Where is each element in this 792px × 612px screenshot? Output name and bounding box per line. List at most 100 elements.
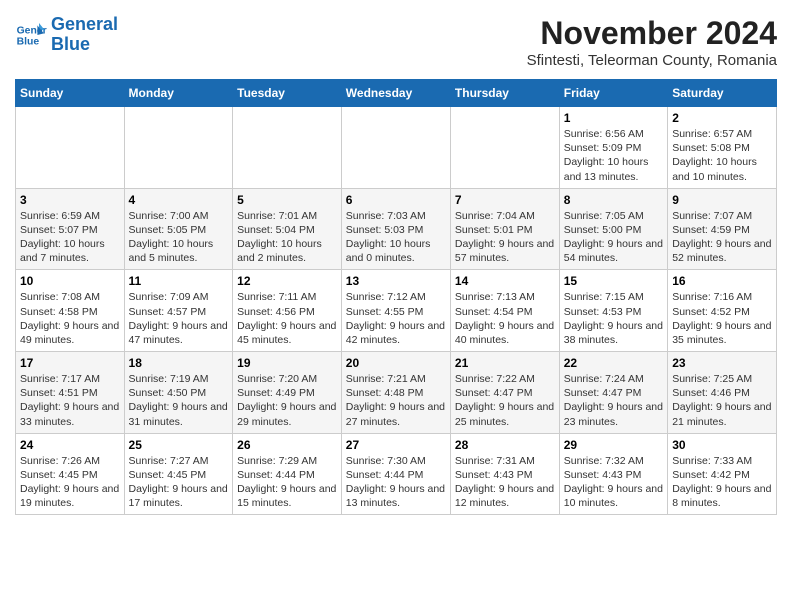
day-number: 7 (455, 193, 555, 207)
day-cell: 23 Sunrise: 7:25 AM Sunset: 4:46 PM Dayli… (668, 352, 777, 434)
week-row-5: 24 Sunrise: 7:26 AM Sunset: 4:45 PM Dayli… (16, 433, 777, 515)
day-cell: 4Sunrise: 7:00 AM Sunset: 5:05 PM Daylig… (124, 188, 233, 270)
day-cell: 18Sunrise: 7:19 AM Sunset: 4:50 PM Dayli… (124, 352, 233, 434)
day-number: 24 (20, 438, 120, 452)
day-cell (341, 107, 450, 189)
day-number: 16 (672, 274, 772, 288)
day-number: 28 (455, 438, 555, 452)
header-cell-monday: Monday (124, 80, 233, 107)
day-info: Sunrise: 7:29 AM Sunset: 4:44 PM Dayligh… (237, 454, 337, 511)
day-cell: 3 Sunrise: 6:59 AM Sunset: 5:07 PM Daylig… (16, 188, 125, 270)
day-info: Sunrise: 7:08 AM Sunset: 4:58 PM Dayligh… (20, 290, 120, 347)
calendar-table: SundayMondayTuesdayWednesdayThursdayFrid… (15, 79, 777, 515)
day-number: 10 (20, 274, 120, 288)
day-cell: 20Sunrise: 7:21 AM Sunset: 4:48 PM Dayli… (341, 352, 450, 434)
day-number: 17 (20, 356, 120, 370)
day-info: Sunrise: 7:15 AM Sunset: 4:53 PM Dayligh… (564, 290, 663, 347)
day-cell: 29Sunrise: 7:32 AM Sunset: 4:43 PM Dayli… (559, 433, 667, 515)
day-cell: 22 Sunrise: 7:24 AM Sunset: 4:47 PM Dayli… (559, 352, 667, 434)
day-cell: 10 Sunrise: 7:08 AM Sunset: 4:58 PM Dayli… (16, 270, 125, 352)
header: General Blue General Blue November 2024 … (15, 15, 777, 69)
header-cell-tuesday: Tuesday (233, 80, 342, 107)
day-cell: 27Sunrise: 7:30 AM Sunset: 4:44 PM Dayli… (341, 433, 450, 515)
day-number: 15 (564, 274, 663, 288)
title-area: November 2024 Sfintesti, Teleorman Count… (527, 15, 777, 69)
day-info: Sunrise: 6:56 AM Sunset: 5:09 PM Dayligh… (564, 127, 663, 184)
day-info: Sunrise: 6:59 AM Sunset: 5:07 PM Dayligh… (20, 209, 120, 266)
day-cell: 21 Sunrise: 7:22 AM Sunset: 4:47 PM Dayli… (450, 352, 559, 434)
day-cell: 14 Sunrise: 7:13 AM Sunset: 4:54 PM Dayli… (450, 270, 559, 352)
week-row-1: 1Sunrise: 6:56 AM Sunset: 5:09 PM Daylig… (16, 107, 777, 189)
day-info: Sunrise: 7:12 AM Sunset: 4:55 PM Dayligh… (346, 290, 446, 347)
day-cell: 13Sunrise: 7:12 AM Sunset: 4:55 PM Dayli… (341, 270, 450, 352)
day-number: 25 (129, 438, 229, 452)
day-cell: 9Sunrise: 7:07 AM Sunset: 4:59 PM Daylig… (668, 188, 777, 270)
day-cell: 11 Sunrise: 7:09 AM Sunset: 4:57 PM Dayli… (124, 270, 233, 352)
day-cell: 16 Sunrise: 7:16 AM Sunset: 4:52 PM Dayli… (668, 270, 777, 352)
day-number: 12 (237, 274, 337, 288)
logo-icon: General Blue (15, 19, 47, 51)
header-cell-wednesday: Wednesday (341, 80, 450, 107)
day-number: 22 (564, 356, 663, 370)
day-cell (16, 107, 125, 189)
day-number: 14 (455, 274, 555, 288)
svg-text:General: General (17, 25, 47, 36)
day-number: 19 (237, 356, 337, 370)
day-cell: 5Sunrise: 7:01 AM Sunset: 5:04 PM Daylig… (233, 188, 342, 270)
day-info: Sunrise: 7:11 AM Sunset: 4:56 PM Dayligh… (237, 290, 337, 347)
day-number: 2 (672, 111, 772, 125)
day-info: Sunrise: 7:26 AM Sunset: 4:45 PM Dayligh… (20, 454, 120, 511)
page-title: November 2024 (527, 15, 777, 52)
day-info: Sunrise: 7:17 AM Sunset: 4:51 PM Dayligh… (20, 372, 120, 429)
day-info: Sunrise: 7:03 AM Sunset: 5:03 PM Dayligh… (346, 209, 446, 266)
header-cell-friday: Friday (559, 80, 667, 107)
day-info: Sunrise: 7:27 AM Sunset: 4:45 PM Dayligh… (129, 454, 229, 511)
day-info: Sunrise: 7:25 AM Sunset: 4:46 PM Dayligh… (672, 372, 772, 429)
logo-text: General Blue (51, 15, 118, 55)
day-info: Sunrise: 7:32 AM Sunset: 4:43 PM Dayligh… (564, 454, 663, 511)
day-cell: 7Sunrise: 7:04 AM Sunset: 5:01 PM Daylig… (450, 188, 559, 270)
day-info: Sunrise: 7:24 AM Sunset: 4:47 PM Dayligh… (564, 372, 663, 429)
day-info: Sunrise: 7:20 AM Sunset: 4:49 PM Dayligh… (237, 372, 337, 429)
day-info: Sunrise: 7:09 AM Sunset: 4:57 PM Dayligh… (129, 290, 229, 347)
header-cell-thursday: Thursday (450, 80, 559, 107)
day-info: Sunrise: 7:05 AM Sunset: 5:00 PM Dayligh… (564, 209, 663, 266)
day-cell: 24 Sunrise: 7:26 AM Sunset: 4:45 PM Dayli… (16, 433, 125, 515)
day-number: 11 (129, 274, 229, 288)
day-info: Sunrise: 7:19 AM Sunset: 4:50 PM Dayligh… (129, 372, 229, 429)
day-cell: 30 Sunrise: 7:33 AM Sunset: 4:42 PM Dayli… (668, 433, 777, 515)
day-number: 4 (129, 193, 229, 207)
day-cell (450, 107, 559, 189)
day-number: 26 (237, 438, 337, 452)
week-row-3: 10 Sunrise: 7:08 AM Sunset: 4:58 PM Dayli… (16, 270, 777, 352)
day-cell (124, 107, 233, 189)
header-row: SundayMondayTuesdayWednesdayThursdayFrid… (16, 80, 777, 107)
day-info: Sunrise: 7:30 AM Sunset: 4:44 PM Dayligh… (346, 454, 446, 511)
day-cell: 26 Sunrise: 7:29 AM Sunset: 4:44 PM Dayli… (233, 433, 342, 515)
day-cell: 28 Sunrise: 7:31 AM Sunset: 4:43 PM Dayli… (450, 433, 559, 515)
day-cell: 1Sunrise: 6:56 AM Sunset: 5:09 PM Daylig… (559, 107, 667, 189)
week-row-2: 3 Sunrise: 6:59 AM Sunset: 5:07 PM Daylig… (16, 188, 777, 270)
day-info: Sunrise: 7:31 AM Sunset: 4:43 PM Dayligh… (455, 454, 555, 511)
day-cell: 25 Sunrise: 7:27 AM Sunset: 4:45 PM Dayli… (124, 433, 233, 515)
day-cell: 15 Sunrise: 7:15 AM Sunset: 4:53 PM Dayli… (559, 270, 667, 352)
day-number: 3 (20, 193, 120, 207)
day-number: 23 (672, 356, 772, 370)
day-cell: 19 Sunrise: 7:20 AM Sunset: 4:49 PM Dayli… (233, 352, 342, 434)
day-cell: 6Sunrise: 7:03 AM Sunset: 5:03 PM Daylig… (341, 188, 450, 270)
header-cell-sunday: Sunday (16, 80, 125, 107)
day-info: Sunrise: 6:57 AM Sunset: 5:08 PM Dayligh… (672, 127, 772, 184)
day-number: 9 (672, 193, 772, 207)
day-info: Sunrise: 7:13 AM Sunset: 4:54 PM Dayligh… (455, 290, 555, 347)
day-number: 20 (346, 356, 446, 370)
day-info: Sunrise: 7:33 AM Sunset: 4:42 PM Dayligh… (672, 454, 772, 511)
page-subtitle: Sfintesti, Teleorman County, Romania (527, 52, 777, 69)
week-row-4: 17 Sunrise: 7:17 AM Sunset: 4:51 PM Dayli… (16, 352, 777, 434)
day-number: 30 (672, 438, 772, 452)
day-info: Sunrise: 7:22 AM Sunset: 4:47 PM Dayligh… (455, 372, 555, 429)
logo: General Blue General Blue (15, 15, 118, 55)
day-info: Sunrise: 7:16 AM Sunset: 4:52 PM Dayligh… (672, 290, 772, 347)
day-cell (233, 107, 342, 189)
header-cell-saturday: Saturday (668, 80, 777, 107)
day-number: 21 (455, 356, 555, 370)
